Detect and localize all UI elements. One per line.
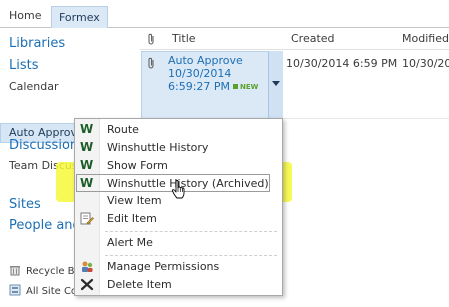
menu-item-label: Delete Item bbox=[107, 278, 172, 291]
recycle-bin-label: Recycle B bbox=[26, 266, 75, 277]
menu-item-label: Edit Item bbox=[107, 212, 157, 225]
site-content-icon bbox=[9, 284, 21, 296]
menu-item-alert-me[interactable]: Alert Me bbox=[75, 233, 282, 252]
edit-item-icon bbox=[80, 212, 94, 225]
row-title-line: 10/30/2014 bbox=[168, 67, 232, 80]
item-context-menu: W Route W Winshuttle History W Show Form… bbox=[74, 118, 283, 296]
nav-heading-sites[interactable]: Sites bbox=[9, 197, 41, 212]
winshuttle-w-icon: W bbox=[80, 140, 94, 154]
menu-item-label: Route bbox=[107, 123, 139, 136]
item-menu-dropdown-button[interactable] bbox=[268, 51, 283, 119]
column-modified[interactable]: Modified bbox=[402, 32, 449, 45]
delete-x-icon bbox=[80, 278, 94, 291]
permissions-icon bbox=[82, 261, 93, 272]
tab-home[interactable]: Home bbox=[2, 5, 48, 27]
menu-item-label: Winshuttle History bbox=[107, 141, 209, 154]
column-created[interactable]: Created bbox=[291, 32, 335, 45]
list-column-header: Title Created Modified bbox=[140, 28, 449, 50]
winshuttle-w-icon: W bbox=[80, 122, 94, 136]
menu-item-edit-item[interactable]: Edit Item bbox=[75, 209, 282, 228]
hand-cursor-icon bbox=[171, 180, 185, 199]
tab-formex[interactable]: Formex bbox=[51, 6, 108, 28]
menu-item-winshuttle-history[interactable]: W Winshuttle History bbox=[75, 138, 282, 157]
menu-item-manage-permissions[interactable]: Manage Permissions bbox=[75, 257, 282, 276]
top-tab-bar: Home Formex bbox=[0, 0, 449, 28]
winshuttle-w-icon: W bbox=[80, 158, 94, 172]
menu-item-label: View Item bbox=[107, 194, 162, 207]
menu-item-label: Alert Me bbox=[107, 236, 153, 249]
row-title-line: Auto Approve bbox=[168, 54, 243, 67]
attachment-icon bbox=[148, 57, 154, 69]
row-title-line: 6:59:27 PM bbox=[168, 80, 231, 93]
nav-item-calendar[interactable]: Calendar bbox=[9, 80, 58, 93]
menu-separator bbox=[105, 255, 277, 256]
menu-item-route[interactable]: W Route bbox=[75, 120, 282, 139]
nav-heading-people[interactable]: People and bbox=[9, 218, 81, 233]
recycle-bin-link[interactable]: Recycle B bbox=[9, 264, 75, 277]
new-icon bbox=[233, 84, 239, 89]
row-title-link[interactable]: Auto Approve 10/30/2014 6:59:27 PM NEW bbox=[168, 54, 258, 94]
row-divider bbox=[283, 118, 449, 119]
column-title[interactable]: Title bbox=[172, 32, 196, 45]
chevron-down-icon bbox=[272, 81, 280, 86]
menu-item-delete-item[interactable]: Delete Item bbox=[75, 275, 282, 294]
attachment-icon bbox=[148, 33, 154, 45]
row-modified: 10/30/201 bbox=[402, 57, 449, 70]
nav-heading-libraries[interactable]: Libraries bbox=[9, 36, 65, 51]
menu-separator bbox=[105, 231, 277, 232]
recycle-bin-icon bbox=[10, 266, 20, 276]
new-badge: NEW bbox=[240, 83, 259, 91]
nav-heading-lists[interactable]: Lists bbox=[9, 58, 39, 73]
menu-item-label: Manage Permissions bbox=[107, 260, 220, 273]
row-created: 10/30/2014 6:59 PM bbox=[286, 57, 398, 70]
menu-item-show-form[interactable]: W Show Form bbox=[75, 156, 282, 175]
menu-item-label: Show Form bbox=[107, 159, 168, 172]
